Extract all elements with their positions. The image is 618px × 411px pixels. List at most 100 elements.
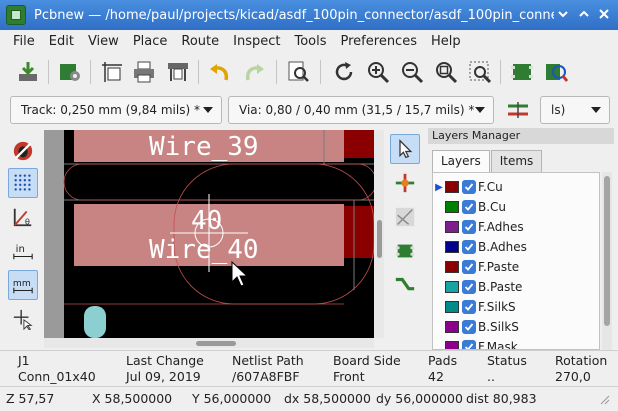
zoom-selection-icon	[469, 61, 492, 84]
download-save-icon	[19, 62, 37, 81]
menu-help[interactable]: Help	[424, 34, 468, 49]
zoom-selection-button[interactable]	[466, 58, 494, 86]
layer-visibility-checkbox[interactable]	[462, 280, 476, 294]
print-button[interactable]	[130, 58, 158, 86]
layer-visibility-checkbox[interactable]	[462, 200, 476, 214]
layer-visibility-checkbox[interactable]	[462, 220, 476, 234]
menu-edit[interactable]: Edit	[42, 34, 81, 49]
polar-coords-button[interactable]: θ	[8, 202, 38, 232]
canvas-horizontal-scrollbar[interactable]	[44, 338, 374, 348]
layer-color-swatch[interactable]	[445, 181, 459, 193]
redo-button[interactable]	[240, 58, 268, 86]
find-icon	[288, 61, 309, 82]
layer-row-b-paste[interactable]: B.Paste	[433, 277, 599, 297]
layer-row-f-paste[interactable]: F.Paste	[433, 257, 599, 277]
layer-pair-button[interactable]	[504, 96, 532, 124]
drc-bug-icon	[13, 141, 33, 161]
zoom-out-button[interactable]	[398, 58, 426, 86]
layer-name: B.Cu	[478, 200, 507, 214]
inch-units-button[interactable]: in	[8, 236, 38, 266]
drc-off-button[interactable]	[8, 136, 38, 166]
highlight-net-button[interactable]	[390, 168, 420, 198]
footprint-editor-button[interactable]	[508, 58, 536, 86]
menu-route[interactable]: Route	[174, 34, 226, 49]
svg-text:mm: mm	[13, 278, 31, 289]
layer-color-swatch[interactable]	[445, 261, 459, 273]
maximize-icon[interactable]	[576, 7, 592, 23]
highlight-net-icon	[395, 173, 415, 193]
select-tool-button[interactable]	[390, 134, 420, 164]
msg-last-change: Last Change Jul 09, 2019	[126, 353, 204, 385]
cursor-shape-button[interactable]	[8, 304, 38, 334]
layer-row-f-mask[interactable]: F.Mask	[433, 337, 599, 349]
layer-color-swatch[interactable]	[445, 321, 459, 333]
layer-list: ▶ F.Cu B.Cu F.Adhes B.Adhes F.Paste B.Pa…	[432, 172, 600, 350]
route-track-button[interactable]	[390, 270, 420, 300]
layer-color-swatch[interactable]	[445, 341, 459, 349]
track-width-select[interactable]: Track: 0,250 mm (9,84 mils) *	[10, 96, 222, 124]
via-size-select[interactable]: Via: 0,80 / 0,40 mm (31,5 / 15,7 mils) *	[228, 96, 494, 124]
layer-color-swatch[interactable]	[445, 201, 459, 213]
page-settings-button[interactable]	[98, 58, 126, 86]
layer-visibility-checkbox[interactable]	[462, 300, 476, 314]
refresh-icon	[335, 62, 353, 81]
layer-row-f-cu[interactable]: ▶ F.Cu	[433, 177, 599, 197]
add-footprint-button[interactable]	[390, 236, 420, 266]
units-select[interactable]: ls)	[540, 96, 610, 124]
grid-icon	[14, 174, 31, 191]
close-icon[interactable]	[596, 7, 612, 23]
board-setup-button[interactable]	[56, 58, 84, 86]
layer-color-swatch[interactable]	[445, 281, 459, 293]
zoom-in-button[interactable]	[364, 58, 392, 86]
printer-icon	[134, 61, 154, 83]
left-toolbar: θ in mm	[6, 132, 42, 342]
pcb-canvas[interactable]: Wire_39 40 Wire_40	[44, 130, 374, 338]
via-size-value: Via: 0,80 / 0,40 mm (31,5 / 15,7 mils) *	[239, 103, 475, 117]
menu-inspect[interactable]: Inspect	[226, 34, 287, 49]
local-ratsnest-button[interactable]	[390, 202, 420, 232]
plot-button[interactable]	[164, 58, 192, 86]
x-coord-readout: X 58,500000	[92, 391, 173, 406]
msg-value: Front	[333, 369, 365, 384]
menu-tools[interactable]: Tools	[287, 34, 333, 49]
layer-row-b-cu[interactable]: B.Cu	[433, 197, 599, 217]
layer-color-swatch[interactable]	[445, 241, 459, 253]
layer-visibility-checkbox[interactable]	[462, 340, 476, 349]
menu-preferences[interactable]: Preferences	[334, 34, 424, 49]
layer-row-f-adhes[interactable]: F.Adhes	[433, 217, 599, 237]
layer-row-b-adhes[interactable]: B.Adhes	[433, 237, 599, 257]
layer-visibility-checkbox[interactable]	[462, 260, 476, 274]
grid-toggle-button[interactable]	[8, 168, 38, 198]
find-button[interactable]	[284, 58, 312, 86]
chevron-down-icon	[591, 107, 601, 113]
layer-visibility-checkbox[interactable]	[462, 320, 476, 334]
menu-file[interactable]: File	[6, 34, 42, 49]
undo-button[interactable]	[206, 58, 234, 86]
page-settings-icon	[102, 62, 122, 82]
menu-view[interactable]: View	[81, 34, 126, 49]
options-toolbar: Track: 0,250 mm (9,84 mils) * Via: 0,80 …	[0, 92, 618, 128]
tab-layers[interactable]: Layers	[432, 150, 490, 172]
msg-board-side: Board Side Front	[333, 353, 401, 385]
layer-visibility-checkbox[interactable]	[462, 180, 476, 194]
minimize-icon[interactable]	[555, 7, 571, 23]
resize-grip-icon[interactable]	[598, 393, 610, 408]
menu-place[interactable]: Place	[126, 34, 175, 49]
canvas-vertical-scrollbar[interactable]	[374, 130, 384, 338]
net-label-wire-40: Wire_40	[149, 235, 259, 265]
footprint-viewer-button[interactable]	[542, 58, 570, 86]
mm-units-button[interactable]: mm	[8, 270, 38, 300]
tab-items[interactable]: Items	[490, 150, 543, 172]
layer-row-b-silks[interactable]: B.SilkS	[433, 317, 599, 337]
zoom-fit-button[interactable]	[432, 58, 460, 86]
layer-visibility-checkbox[interactable]	[462, 240, 476, 254]
layer-color-swatch[interactable]	[445, 301, 459, 313]
message-panel: J1 Conn_01x40 Last Change Jul 09, 2019 N…	[0, 350, 618, 386]
units-value: ls)	[551, 103, 566, 117]
layer-name: F.SilkS	[478, 300, 516, 314]
layer-row-f-silks[interactable]: F.SilkS	[433, 297, 599, 317]
layer-list-scrollbar[interactable]	[602, 172, 612, 350]
redraw-button[interactable]	[330, 58, 358, 86]
layer-color-swatch[interactable]	[445, 221, 459, 233]
save-board-button[interactable]	[14, 58, 42, 86]
